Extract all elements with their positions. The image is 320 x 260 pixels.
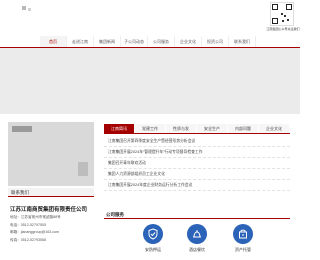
nav-item-culture[interactable]: 企业文化 [175, 36, 202, 47]
nav-item-contact[interactable]: 联系我们 [229, 36, 256, 47]
qr-finder-bottom-left [272, 18, 278, 24]
tab-development[interactable]: 性质与发 [166, 124, 196, 133]
news-tabs: 江南简讯 党建工作 性质与发 安全生产 内部问题 企业文化 [104, 124, 290, 134]
service-label: 安防押运 [145, 247, 161, 252]
asset-custody-icon [233, 224, 253, 244]
news-item[interactable]: 江南集团召开第四季度安全生产暨经营形势分析会议 [104, 136, 290, 147]
nav-item-about[interactable]: 走进江南 [67, 36, 94, 47]
contact-phone: 电话：0512-52797505 [10, 222, 46, 227]
news-item[interactable]: 江南集团开展2024年“管理提升年”行动专项督导检查工作 [104, 147, 290, 158]
tab-culture[interactable]: 企业文化 [259, 124, 289, 133]
contact-info: 地址：江苏省常州市常武路88号 电话：0512-52797505 邮箱：jian… [10, 214, 94, 244]
service-label: 酒店餐饮 [189, 247, 205, 252]
banner-area [0, 48, 300, 114]
service-label: 资产托管 [235, 247, 251, 252]
news-list: 江南集团召开第四季度安全生产暨经营形势分析会议 江南集团开展2024年“管理提升… [104, 136, 290, 191]
tab-jiangnan-news[interactable]: 江南简讯 [104, 124, 134, 133]
image-detail [12, 126, 32, 132]
nav-item-services[interactable]: 公司服务 [148, 36, 175, 47]
qr-module [281, 13, 283, 15]
logo-icon[interactable] [22, 6, 32, 12]
main-nav: 首页 走进江南 集团新闻 子公司动态 公司服务 企业文化 投资公司 联系我们 [40, 36, 256, 47]
logo-mark-small [28, 8, 31, 11]
contact-email[interactable]: 邮箱：jiananggroup@163.com [10, 229, 94, 237]
services-title: 公司服务 [104, 210, 290, 219]
news-item[interactable]: 江南集团开展2024年度企业财务运行分析工作会议 [104, 180, 290, 191]
nav-item-investment[interactable]: 投资公司 [202, 36, 229, 47]
top-header: 江南集团公众号关注我们 [0, 0, 300, 36]
security-shield-icon [143, 224, 163, 244]
qr-finder-top-right [286, 4, 292, 10]
news-item[interactable]: 集团人力资源部组织员工企业文化 [104, 169, 290, 180]
tab-party-work[interactable]: 党建工作 [135, 124, 165, 133]
tab-internal[interactable]: 内部问题 [228, 124, 258, 133]
qr-code-icon [270, 2, 294, 26]
nav-item-group-news[interactable]: 集团新闻 [94, 36, 121, 47]
hotel-dining-icon [187, 224, 207, 244]
qr-caption: 江南集团公众号关注我们 [266, 27, 300, 31]
logo-mark [22, 6, 26, 10]
news-item[interactable]: 集团召开青年联欢活动 [104, 158, 290, 169]
tab-safety[interactable]: 安全生产 [197, 124, 227, 133]
contact-section-title: 联系我们 [8, 188, 94, 197]
service-custody[interactable]: 资产托管 [226, 224, 260, 253]
service-hotel[interactable]: 酒店餐饮 [180, 224, 214, 253]
company-name: 江苏江南商贸集团有限责任公司 [10, 207, 88, 213]
qr-module [284, 15, 286, 17]
qr-module [287, 19, 289, 21]
nav-item-home[interactable]: 首页 [40, 36, 67, 47]
nav-item-subsidiary-news[interactable]: 子公司动态 [121, 36, 148, 47]
qr-module [282, 20, 284, 22]
company-image[interactable] [8, 122, 94, 186]
contact-fax: 传真：0512-52793568 [10, 237, 46, 242]
service-security[interactable]: 安防押运 [136, 224, 170, 253]
contact-address: 地址：江苏省常州市常武路88号 [10, 215, 61, 219]
qr-finder-top-left [272, 4, 278, 10]
image-detail [78, 162, 88, 176]
